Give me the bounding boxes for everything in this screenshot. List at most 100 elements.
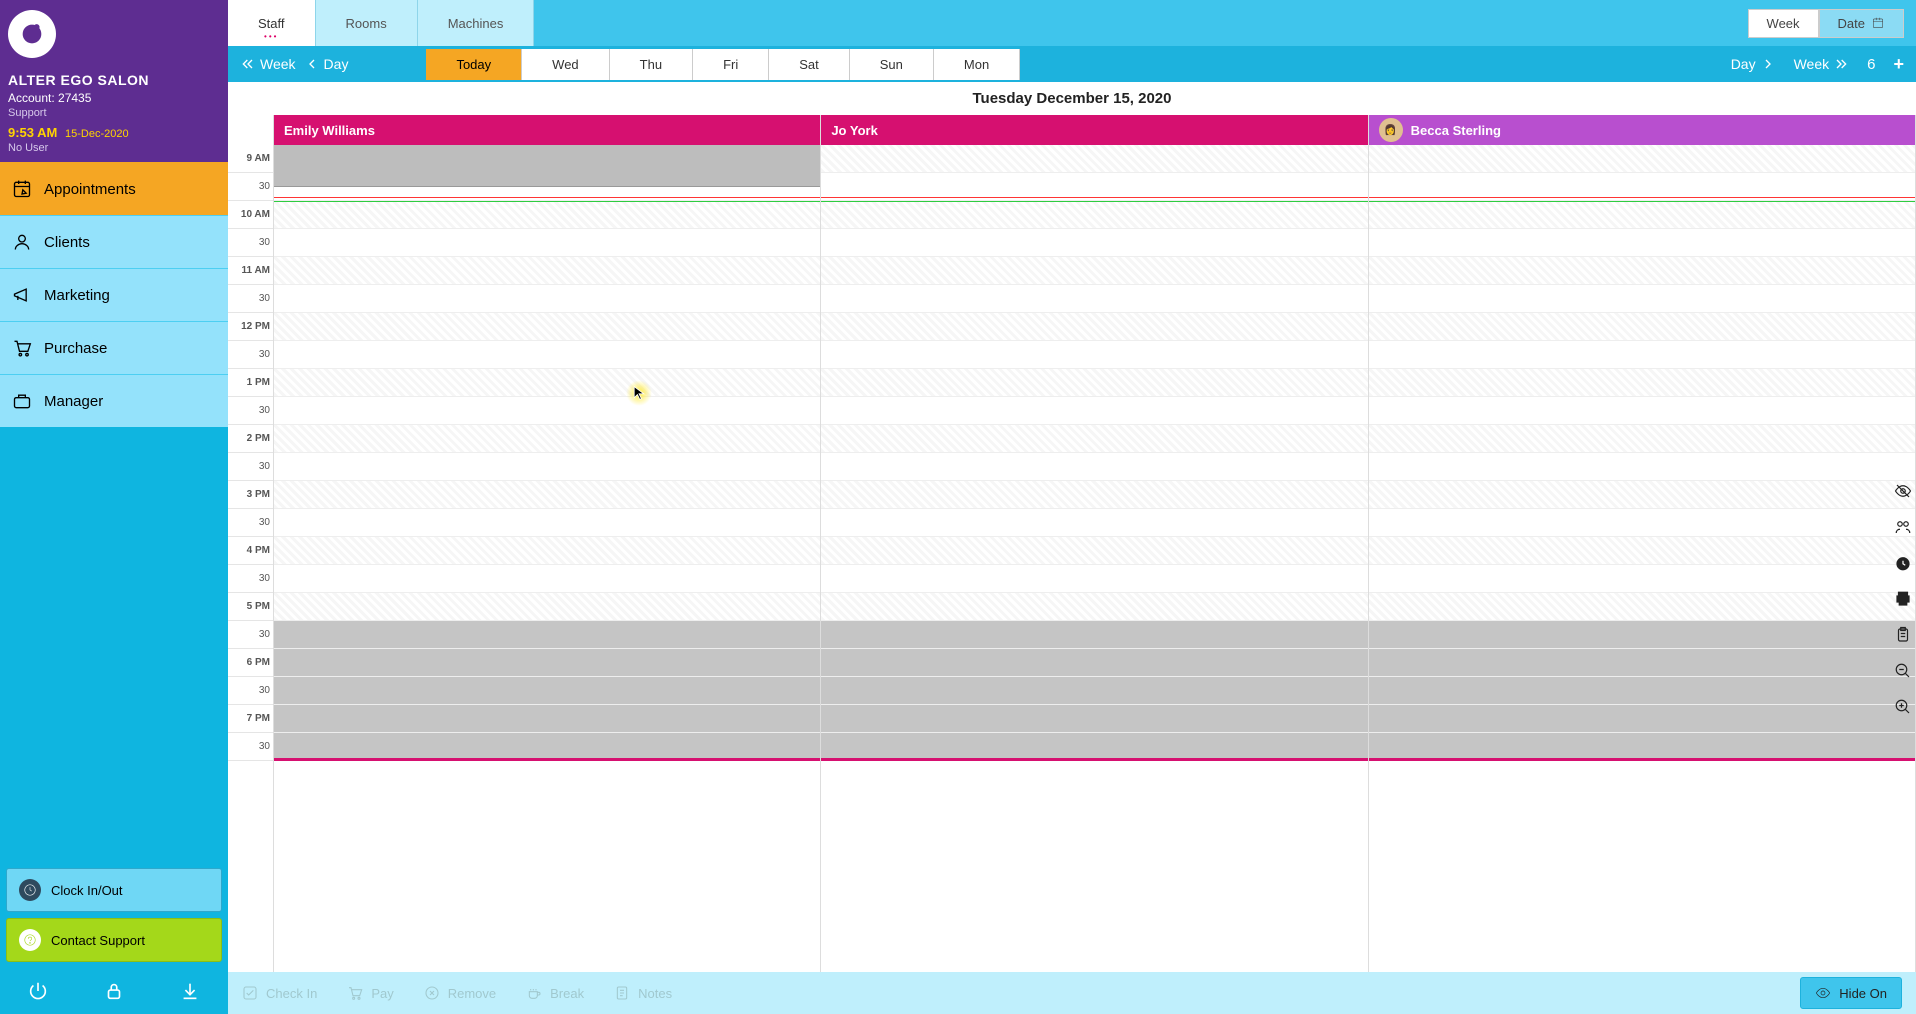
time-label: 6 PM [228, 649, 273, 677]
staff-column-emily[interactable]: Emily Williams [274, 115, 821, 972]
nav-purchase[interactable]: Purchase [0, 321, 228, 374]
nav-clients[interactable]: Clients [0, 215, 228, 268]
briefcase-icon [12, 391, 32, 411]
clock-in-out-button[interactable]: Clock In/Out [6, 868, 222, 912]
label: Notes [638, 986, 672, 1001]
nav-label: Appointments [44, 181, 136, 198]
pay-button[interactable]: Pay [347, 985, 393, 1001]
next-day-button[interactable]: Day [1731, 56, 1776, 72]
time-label: 4 PM [228, 537, 273, 565]
sidebar: ALTER EGO SALON Account: 27435 Support 9… [0, 0, 228, 1014]
hide-on-button[interactable]: Hide On [1800, 977, 1902, 1009]
zoom-out-icon[interactable] [1892, 660, 1914, 682]
calendar: 9 AM 30 10 AM 30 11 AM 30 12 PM 30 1 PM … [228, 115, 1916, 972]
prev-day-button[interactable]: Day [304, 56, 349, 72]
person-icon [12, 232, 32, 252]
current-time: 9:53 AM 15-Dec-2020 [8, 125, 220, 140]
daytab-mon[interactable]: Mon [934, 49, 1020, 80]
nav-marketing[interactable]: Marketing [0, 268, 228, 321]
sidebar-header: ALTER EGO SALON Account: 27435 Support 9… [0, 0, 228, 162]
eye-icon [1815, 985, 1831, 1001]
timer-icon[interactable] [1892, 552, 1914, 574]
daytab-wed[interactable]: Wed [522, 49, 610, 80]
time-label: 30 [228, 677, 273, 705]
main-area: ▯ ⚑ ▥ ♥ $ ✚ ★ ♥ Staff Rooms Machines Wee… [228, 0, 1916, 1014]
date-button[interactable]: Date [1819, 9, 1904, 38]
download-icon[interactable] [179, 980, 201, 1002]
daytab-thu[interactable]: Thu [610, 49, 693, 80]
power-icon[interactable] [27, 980, 49, 1002]
salon-name: ALTER EGO SALON [8, 72, 220, 88]
lock-icon[interactable] [103, 980, 125, 1002]
tab-rooms[interactable]: Rooms [316, 0, 418, 46]
label: Week [260, 56, 296, 72]
clipboard-icon[interactable] [1892, 624, 1914, 646]
nav-label: Marketing [44, 287, 110, 304]
column-footer [274, 758, 820, 761]
daytab-sun[interactable]: Sun [850, 49, 934, 80]
time-label: 30 [228, 173, 273, 201]
staff-name: Emily Williams [284, 123, 375, 138]
tool-rail [1892, 480, 1914, 718]
time-label: 30 [228, 565, 273, 593]
column-header[interactable]: Jo York [821, 115, 1367, 145]
calendar-icon [1871, 16, 1885, 30]
time-label: 1 PM [228, 369, 273, 397]
staff-column-becca[interactable]: 👩 Becca Sterling [1369, 115, 1916, 972]
time-label: 30 [228, 341, 273, 369]
column-body[interactable] [1369, 145, 1915, 761]
tab-staff[interactable]: Staff [228, 0, 316, 46]
column-body[interactable] [821, 145, 1367, 761]
column-header[interactable]: 👩 Becca Sterling [1369, 115, 1915, 145]
current-user: No User [8, 142, 220, 154]
coffee-icon [526, 985, 542, 1001]
logo-icon [8, 10, 56, 58]
group-icon[interactable] [1892, 516, 1914, 538]
account-type: Support [8, 107, 220, 119]
daytab-sat[interactable]: Sat [769, 49, 850, 80]
nav-manager[interactable]: Manager [0, 374, 228, 427]
sidebar-footer [0, 968, 228, 1014]
week-button[interactable]: Week [1748, 9, 1819, 38]
remove-button[interactable]: Remove [424, 985, 496, 1001]
chevrons-left-icon [240, 56, 256, 72]
break-button[interactable]: Break [526, 985, 584, 1001]
daytab-fri[interactable]: Fri [693, 49, 769, 80]
week-date-toggle: Week Date [1748, 9, 1904, 38]
time-label: 5 PM [228, 593, 273, 621]
chevron-left-icon [304, 56, 320, 72]
notes-button[interactable]: Notes [614, 985, 672, 1001]
add-column-button[interactable]: + [1893, 54, 1904, 75]
staff-column-jo[interactable]: Jo York [821, 115, 1368, 972]
time-label: 12 PM [228, 313, 273, 341]
time-label: 30 [228, 397, 273, 425]
label: Break [550, 986, 584, 1001]
megaphone-icon [12, 285, 32, 305]
label: Week [1794, 56, 1830, 72]
contact-support-button[interactable]: Contact Support [6, 918, 222, 962]
button-label: Contact Support [51, 933, 145, 948]
button-label: Clock In/Out [51, 883, 123, 898]
prev-week-button[interactable]: Week [240, 56, 296, 72]
label: Day [324, 56, 349, 72]
column-header[interactable]: Emily Williams [274, 115, 820, 145]
date-value: 15-Dec-2020 [65, 128, 129, 140]
tab-machines[interactable]: Machines [418, 0, 535, 46]
view-tabs: Staff Rooms Machines [228, 0, 534, 46]
avatar: 👩 [1379, 118, 1403, 142]
label: Pay [371, 986, 393, 1001]
next-week-button[interactable]: Week [1794, 56, 1850, 72]
zoom-in-icon[interactable] [1892, 696, 1914, 718]
print-icon[interactable] [1892, 588, 1914, 610]
clock-icon [19, 879, 41, 901]
eye-off-icon[interactable] [1892, 480, 1914, 502]
nav-appointments[interactable]: Appointments [0, 162, 228, 215]
checkin-button[interactable]: Check In [242, 985, 317, 1001]
label: Check In [266, 986, 317, 1001]
time-label: 30 [228, 453, 273, 481]
time-value: 9:53 AM [8, 125, 57, 140]
daytab-today[interactable]: Today [426, 49, 522, 80]
label: Day [1731, 56, 1756, 72]
column-body[interactable] [274, 145, 820, 761]
date-label: Date [1838, 16, 1865, 31]
